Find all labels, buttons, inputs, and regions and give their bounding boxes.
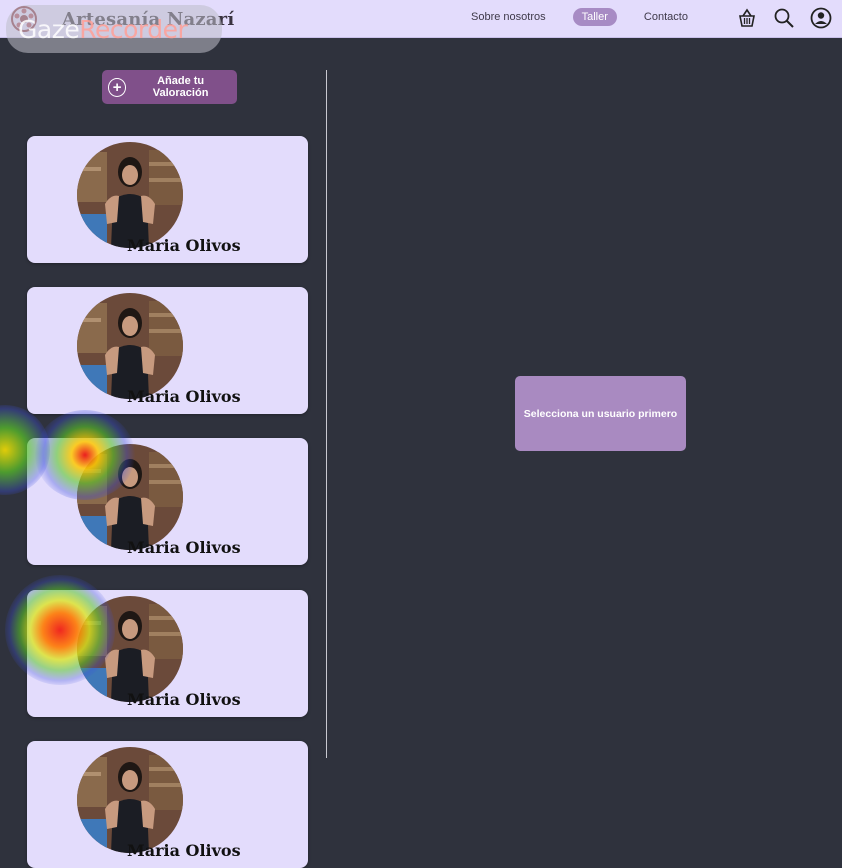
empty-selection-text: Selecciona un usuario primero xyxy=(523,407,678,420)
plus-circle-icon: + xyxy=(108,77,127,97)
empty-selection-message: Selecciona un usuario primero xyxy=(515,376,686,451)
basket-icon[interactable] xyxy=(736,7,758,29)
main-nav: Sobre nosotros Taller Contacto xyxy=(462,8,697,26)
avatar xyxy=(77,444,183,550)
add-review-label: Añade tu Valoración xyxy=(152,75,209,99)
avatar xyxy=(77,596,183,702)
user-name: Maria Olivos xyxy=(127,538,241,557)
panel-divider xyxy=(326,70,327,758)
avatar xyxy=(77,747,183,853)
user-name: Maria Olivos xyxy=(127,236,241,255)
user-name: Maria Olivos xyxy=(127,841,241,860)
top-navigation-bar: Artesanía Nazarí Sobre nosotros Taller C… xyxy=(0,0,842,38)
user-review-card[interactable]: Maria Olivos xyxy=(27,136,308,263)
user-review-card[interactable]: Maria Olivos xyxy=(27,438,308,565)
nav-taller[interactable]: Taller xyxy=(572,8,617,26)
search-icon[interactable] xyxy=(773,7,795,29)
avatar xyxy=(77,293,183,399)
add-review-button[interactable]: + Añade tu Valoración xyxy=(102,70,237,104)
user-review-card[interactable]: Maria Olivos xyxy=(27,590,308,717)
nav-sobre-nosotros[interactable]: Sobre nosotros xyxy=(462,8,555,26)
user-name: Maria Olivos xyxy=(127,690,241,709)
pottery-logo-icon xyxy=(11,6,37,32)
user-account-icon[interactable] xyxy=(810,7,832,29)
brand-name: Artesanía Nazarí xyxy=(62,8,235,30)
user-review-card[interactable]: Maria Olivos xyxy=(27,741,308,868)
avatar xyxy=(77,142,183,248)
nav-contacto[interactable]: Contacto xyxy=(635,8,697,26)
header-icons xyxy=(736,7,832,29)
brand-logo[interactable]: Artesanía Nazarí xyxy=(10,4,234,34)
user-review-card[interactable]: Maria Olivos xyxy=(27,287,308,414)
user-name: Maria Olivos xyxy=(127,387,241,406)
